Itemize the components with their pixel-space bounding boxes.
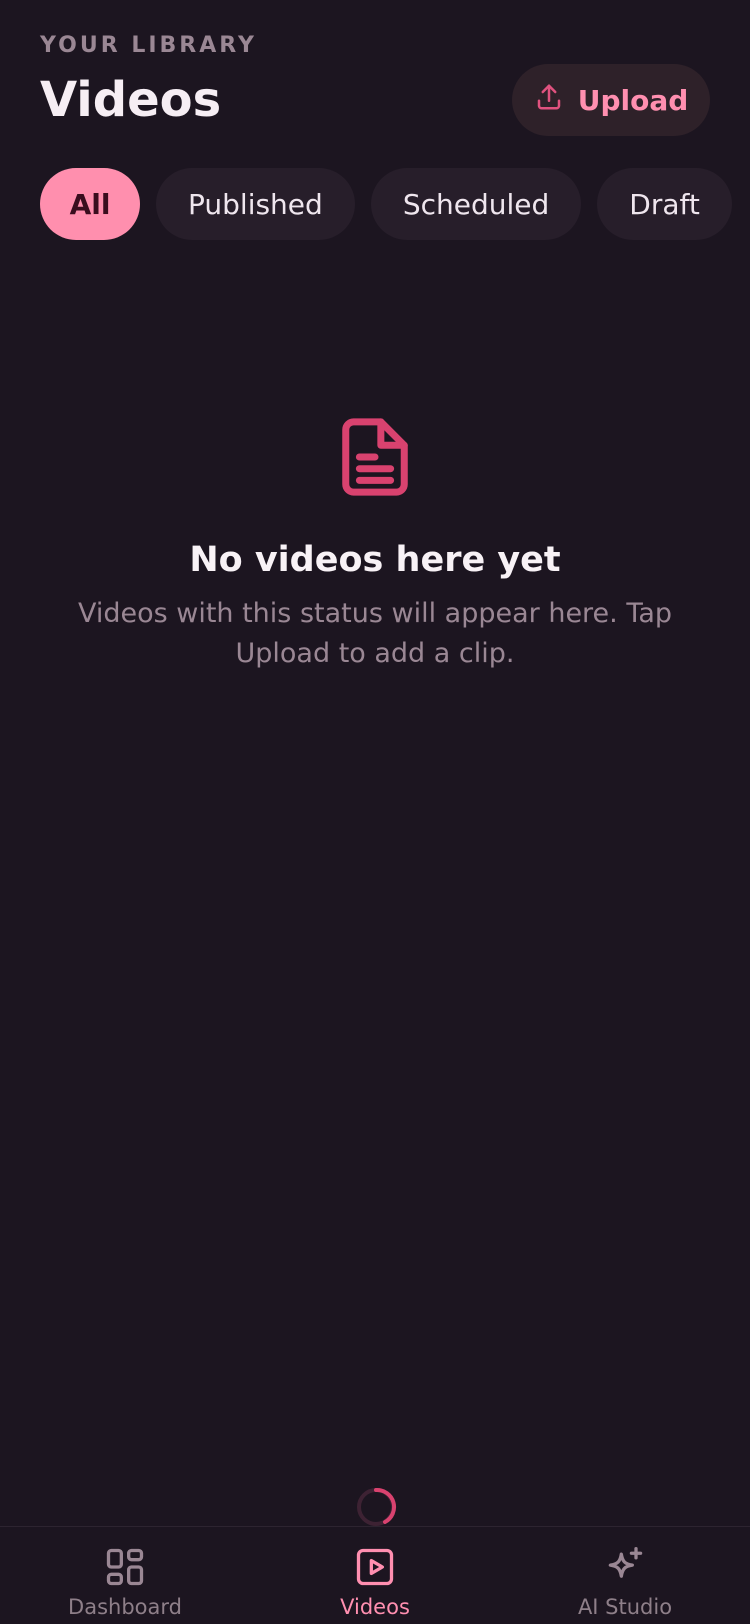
bottom-navigation: Dashboard Videos AI Studio [0,1526,750,1624]
filter-chip-published[interactable]: Published [156,168,355,240]
nav-item-videos[interactable]: Videos [250,1527,500,1624]
empty-state: No videos here yet Videos with this stat… [0,418,750,674]
filter-chip-all[interactable]: All [40,168,140,240]
upload-icon [534,82,564,119]
upload-button[interactable]: Upload [512,64,710,136]
nav-label-videos: Videos [340,1595,410,1619]
document-icon [341,418,409,500]
section-eyebrow: YOUR LIBRARY [40,33,257,58]
nav-item-dashboard[interactable]: Dashboard [0,1527,250,1624]
loading-spinner [355,1486,397,1528]
status-filter-tabs: All Published Scheduled Draft [40,168,732,240]
nav-item-ai-studio[interactable]: AI Studio [500,1527,750,1624]
video-play-icon [356,1548,394,1586]
videos-screen: YOUR LIBRARY Videos Upload All Published… [0,0,750,1624]
empty-state-message: Videos with this status will appear here… [77,598,673,669]
nav-label-dashboard: Dashboard [68,1595,182,1619]
filter-chip-draft[interactable]: Draft [597,168,732,240]
dashboard-icon [106,1548,144,1586]
sparkles-icon [608,1547,643,1578]
nav-label-ai-studio: AI Studio [577,1595,673,1619]
filter-chip-scheduled[interactable]: Scheduled [370,168,582,240]
empty-state-title: No videos here yet [189,540,561,580]
upload-button-label: Upload [577,83,689,117]
page-title: Videos [40,72,222,128]
